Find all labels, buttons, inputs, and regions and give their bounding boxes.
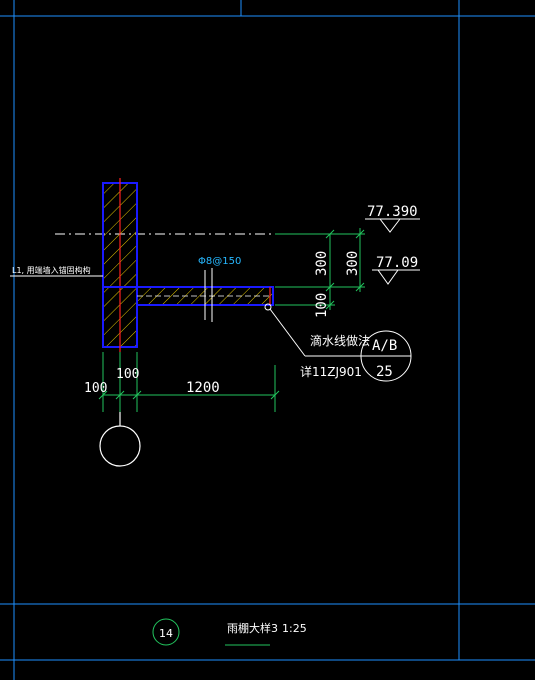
title-name: 雨棚大样3 — [227, 621, 278, 635]
elevation-bottom-label: 77.09 — [376, 255, 418, 271]
dim-100-left-label: 100 — [84, 381, 107, 396]
drip-note: 滴水线做法 — [310, 333, 370, 348]
detail-ref-label: 详11ZJ901 — [300, 364, 362, 379]
dim-300-b-label: 300 — [345, 251, 361, 276]
dim-300-a-label: 300 — [314, 251, 330, 276]
wall-side-note: L1, 用端墙入锚固构构 — [12, 265, 91, 275]
title-number: 14 — [159, 627, 173, 640]
cad-drawing: 77.390 77.09 300 300 100 Φ8@150 L1, 用端墙入… — [0, 0, 535, 680]
dim-100-vertical-label: 100 — [314, 293, 330, 318]
rebar-callout-label: Φ8@150 — [198, 256, 241, 267]
elevation-markers — [365, 218, 420, 285]
dim-100-right-label: 100 — [116, 367, 139, 382]
elevation-top-label: 77.390 — [367, 204, 418, 220]
title-scale: 1:25 — [282, 622, 307, 635]
detail-top-label: A/B — [372, 338, 397, 354]
axis-bubble — [99, 412, 141, 467]
dim-1200-label: 1200 — [186, 380, 220, 396]
wall-section — [102, 178, 138, 352]
drawing-frame — [0, 0, 535, 680]
detail-bottom-label: 25 — [376, 364, 393, 380]
